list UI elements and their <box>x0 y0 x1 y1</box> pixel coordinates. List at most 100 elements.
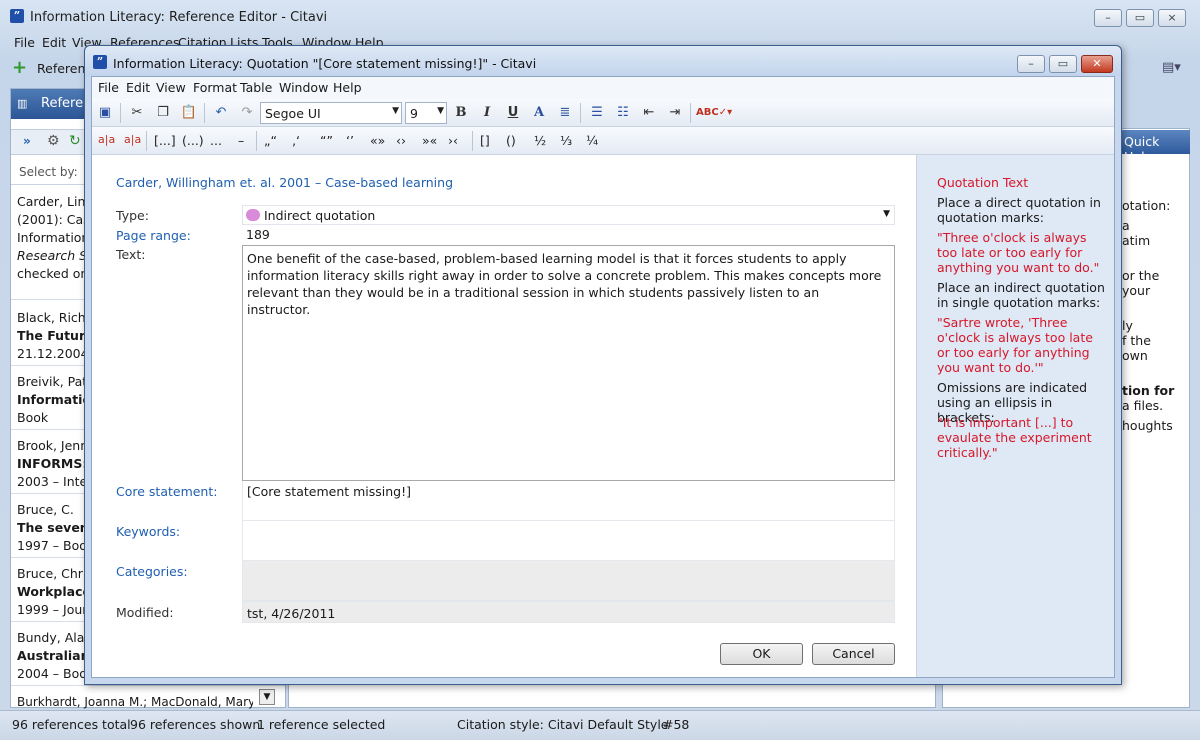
font-size-select[interactable]: 9 ▼ <box>405 102 447 124</box>
menu-table[interactable]: Table <box>240 80 272 95</box>
increase-indent-icon[interactable]: ⇥ <box>666 104 684 122</box>
paragraph-style-icon[interactable]: ≣ <box>556 104 574 122</box>
core-statement-label[interactable]: Core statement: <box>116 484 217 499</box>
insert-omission-parens[interactable]: (...) <box>182 133 204 148</box>
italic-icon[interactable]: I <box>478 104 496 122</box>
type-select[interactable]: Indirect quotation ▼ <box>242 205 895 225</box>
minimize-icon[interactable]: – <box>1017 55 1045 73</box>
insert-quotes-german[interactable]: „“ <box>264 133 277 148</box>
insert-single-quotes-english[interactable]: ‘’ <box>346 133 354 148</box>
insert-ellipsis[interactable]: ... <box>210 133 222 148</box>
insert-dash[interactable]: – <box>238 133 244 148</box>
quotation-text-area[interactable]: One benefit of the case-based, problem-b… <box>242 245 895 481</box>
categories-label[interactable]: Categories: <box>116 564 188 579</box>
insert-parentheses[interactable]: () <box>506 133 516 148</box>
list-item[interactable]: Brook, JennyINFORMS: t2003 – Inter <box>17 437 87 491</box>
minimize-icon[interactable]: – <box>1094 9 1122 27</box>
library-icon: ▥ <box>17 97 28 110</box>
insert-reversed-single-guillemets[interactable]: ›‹ <box>448 133 458 148</box>
keywords-field[interactable] <box>242 521 895 561</box>
help-paragraph: Place an indirect quotation in single qu… <box>937 280 1105 310</box>
menu-format[interactable]: Format <box>193 80 237 95</box>
insert-omission-brackets[interactable]: [...] <box>154 133 176 148</box>
insert-one-half[interactable]: ½ <box>534 133 546 148</box>
dialog-title: Information Literacy: Quotation "[Core s… <box>113 56 537 71</box>
menu-edit[interactable]: Edit <box>126 80 150 95</box>
bulleted-list-icon[interactable]: ☰ <box>588 104 606 122</box>
save-icon[interactable]: ▣ <box>96 104 114 122</box>
help-fragment: a files. <box>1122 398 1164 413</box>
bold-icon[interactable]: B <box>452 104 470 122</box>
status-citation-style: Citation style: Citavi Default Style <box>457 717 669 732</box>
close-icon[interactable]: × <box>1158 9 1186 27</box>
cut-icon[interactable]: ✂ <box>128 104 146 122</box>
layout-icon[interactable]: ▤▾ <box>1162 60 1181 75</box>
paste-icon[interactable]: 📋 <box>180 104 198 122</box>
list-item[interactable]: Breivik, PatriInformationBook <box>17 373 87 427</box>
help-paragraph: Place a direct quotation in quotation ma… <box>937 195 1101 225</box>
font-color-icon[interactable]: A <box>530 104 548 122</box>
help-fragment: a <box>1122 218 1130 233</box>
source-reference-link[interactable]: Carder, Willingham et. al. 2001 – Case-b… <box>116 175 453 190</box>
expand-icon[interactable]: » <box>23 134 31 148</box>
help-fragment: otation: <box>1122 198 1171 213</box>
status-bar: 96 references total 96 references shown … <box>0 710 1200 740</box>
formatting-toolbar: ▣ ✂ ❐ 📋 ↶ ↷ Segoe UI ▼ 9 ▼ B I U A ≣ ☰ ☷ ⇤… <box>92 99 1114 127</box>
core-statement-field[interactable]: [Core statement missing!] <box>242 481 895 521</box>
refresh-icon[interactable]: ↻ <box>69 133 81 149</box>
maximize-icon[interactable]: ▭ <box>1049 55 1077 73</box>
menu-window[interactable]: Window <box>279 80 328 95</box>
font-name-select[interactable]: Segoe UI ▼ <box>260 102 402 124</box>
change-case-upper-icon[interactable]: a|a <box>124 133 141 146</box>
add-icon[interactable]: + <box>12 57 27 78</box>
list-item[interactable]: Black, RicharThe Future c21.12.2004 <box>17 309 87 363</box>
underline-icon[interactable]: U <box>504 104 522 122</box>
categories-field[interactable] <box>242 561 895 601</box>
page-range-field[interactable]: 189 <box>242 225 895 245</box>
quick-help-tab[interactable]: Quick Help <box>1118 130 1190 164</box>
maximize-icon[interactable]: ▭ <box>1126 9 1154 27</box>
help-fragment: tion for <box>1122 383 1175 398</box>
spellcheck-icon[interactable]: ABC✓▾ <box>696 104 732 122</box>
insert-guillemets[interactable]: «» <box>370 133 385 148</box>
gear-icon[interactable]: ⚙ <box>47 133 60 149</box>
menu-file[interactable]: File <box>98 80 119 95</box>
main-titlebar: ” Information Literacy: Reference Editor… <box>0 0 1200 36</box>
keywords-label[interactable]: Keywords: <box>116 524 180 539</box>
close-icon[interactable]: ✕ <box>1081 55 1113 73</box>
numbered-list-icon[interactable]: ☷ <box>614 104 632 122</box>
help-heading: Quotation Text <box>937 175 1029 190</box>
menu-help[interactable]: Help <box>333 80 362 95</box>
list-item[interactable]: Bruce, C.The seven fa1997 – Book <box>17 501 87 555</box>
page-range-label[interactable]: Page range: <box>116 228 191 243</box>
quotation-dialog: ” Information Literacy: Quotation "[Core… <box>84 45 1122 685</box>
citavi-logo-icon: ” <box>10 9 24 23</box>
help-fragment: your <box>1122 283 1151 298</box>
status-shown: 96 references shown <box>130 717 261 732</box>
decrease-indent-icon[interactable]: ⇤ <box>640 104 658 122</box>
ok-button[interactable]: OK <box>720 643 803 665</box>
list-item[interactable]: Carder, Lind(2001): CaseInformationResea… <box>17 193 87 283</box>
help-fragment: own <box>1122 348 1148 363</box>
dropdown-arrow-icon[interactable]: ▼ <box>259 689 275 705</box>
list-item[interactable]: Bruce, ChristWorkplace e1999 – Journ <box>17 565 87 619</box>
copy-icon[interactable]: ❐ <box>154 104 172 122</box>
cancel-button[interactable]: Cancel <box>812 643 895 665</box>
insert-brackets[interactable]: [] <box>480 133 490 148</box>
menu-edit[interactable]: Edit <box>42 35 66 50</box>
insert-one-quarter[interactable]: ¼ <box>586 133 598 148</box>
undo-icon[interactable]: ↶ <box>212 104 230 122</box>
list-item[interactable]: Burkhardt, Joanna M.; MacDonald, Mary C.… <box>17 693 253 711</box>
insert-reversed-guillemets[interactable]: »« <box>422 133 437 148</box>
insert-quotes-english[interactable]: “” <box>320 133 333 148</box>
status-total: 96 references total <box>12 717 131 732</box>
change-case-lower-icon[interactable]: a|a <box>98 133 115 146</box>
insert-one-third[interactable]: ⅓ <box>560 133 572 148</box>
list-item[interactable]: Bundy, AlanAustralian ar2004 – Book <box>17 629 87 683</box>
menu-view[interactable]: View <box>156 80 186 95</box>
insert-single-guillemets[interactable]: ‹› <box>396 133 406 148</box>
menu-file[interactable]: File <box>14 35 35 50</box>
redo-icon[interactable]: ↷ <box>238 104 256 122</box>
status-selected: 1 reference selected <box>257 717 386 732</box>
insert-single-quotes-german[interactable]: ‚‘ <box>292 133 300 148</box>
